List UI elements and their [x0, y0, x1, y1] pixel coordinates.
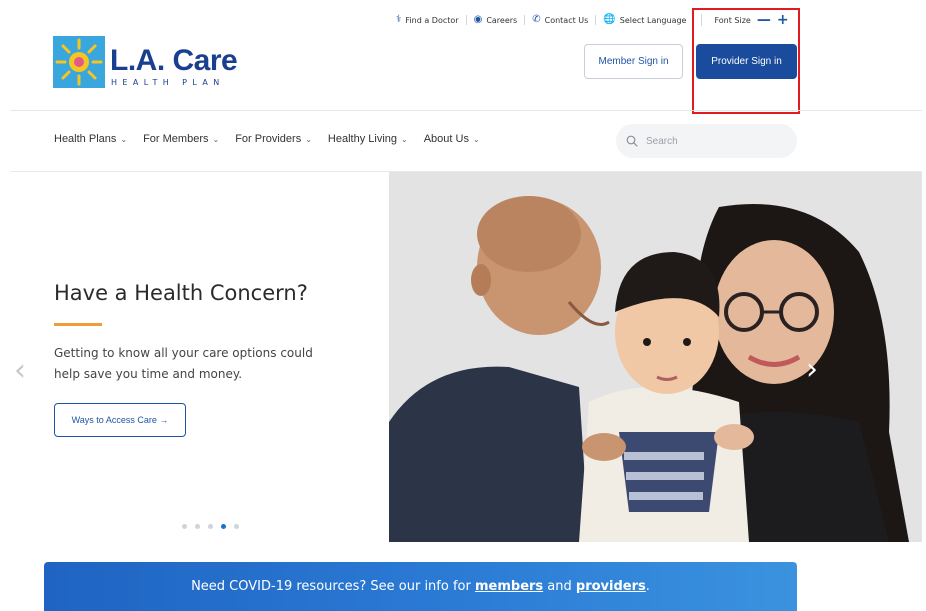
phone-icon: ✆ [532, 14, 541, 25]
covid-banner-prefix: Need COVID-19 resources? See our info fo… [191, 579, 475, 594]
nav-item-label: About Us [423, 133, 469, 145]
globe-icon: 🌐 [603, 14, 616, 25]
hero-accent-bar [54, 323, 102, 326]
chevron-down-icon: ⌄ [472, 134, 480, 144]
nav-item-healthy-living[interactable]: Healthy Living ⌄ [328, 133, 408, 145]
nav-item-health-plans[interactable]: Health Plans ⌄ [54, 133, 127, 145]
member-sign-in-button[interactable]: Member Sign in [584, 44, 683, 79]
logo-tagline: HEALTH PLAN [111, 78, 225, 87]
carousel-prev-button[interactable]: ‹ [14, 356, 26, 386]
careers-link[interactable]: ◉ Careers [465, 14, 525, 25]
la-care-logo[interactable]: L.A. Care HEALTH PLAN [53, 36, 253, 96]
provider-sign-in-button[interactable]: Provider Sign in [696, 44, 797, 79]
careers-label: Careers [486, 15, 518, 25]
nav-item-label: For Providers [235, 133, 302, 145]
members-link[interactable]: members [475, 579, 543, 594]
chevron-down-icon: ⌄ [401, 134, 408, 144]
carousel-dot[interactable] [182, 524, 187, 529]
select-language-link[interactable]: 🌐 Select Language [595, 15, 693, 25]
contact-us-link[interactable]: ✆ Contact Us [524, 15, 595, 25]
nav-item-about-us[interactable]: About Us ⌄ [424, 133, 480, 145]
hero-family-photo [389, 172, 922, 542]
header-divider [10, 110, 922, 111]
carousel-dots [182, 524, 239, 529]
find-doctor-link[interactable]: ⚕ Find a Doctor [396, 15, 466, 25]
logo-brand-text: L.A. Care [110, 44, 238, 77]
nav-item-label: For Members [143, 133, 209, 145]
search-input[interactable] [646, 135, 776, 147]
nav-item-label: Health Plans [54, 133, 117, 145]
stethoscope-icon: ⚕ [396, 14, 402, 25]
covid-banner-middle: and [543, 579, 576, 594]
utility-bar: ⚕ Find a Doctor ◉ Careers ✆ Contact Us 🌐… [396, 12, 789, 28]
font-size-control: Font Size — + [701, 13, 789, 27]
covid-banner-suffix: . [645, 579, 650, 594]
search-box[interactable] [616, 124, 797, 158]
font-increase-button[interactable]: + [777, 13, 789, 27]
hero-text: Getting to know all your care options co… [54, 346, 313, 381]
covid-banner: Need COVID-19 resources? See our info fo… [44, 562, 797, 611]
find-doctor-label: Find a Doctor [405, 15, 459, 25]
font-size-label: Font Size [714, 15, 751, 25]
nav-item-label: Healthy Living [327, 133, 398, 145]
chevron-down-icon: ⌄ [305, 134, 312, 144]
providers-link[interactable]: providers [576, 579, 646, 594]
main-nav: Health Plans ⌄ For Members ⌄ For Provide… [54, 133, 480, 145]
contact-us-label: Contact Us [544, 15, 589, 25]
carousel-next-button[interactable]: › [806, 355, 818, 385]
nav-item-for-providers[interactable]: For Providers ⌄ [235, 133, 312, 145]
nav-item-for-members[interactable]: For Members ⌄ [143, 133, 219, 145]
family-photo-illustration [389, 172, 922, 542]
font-decrease-button[interactable]: — [757, 13, 771, 27]
chevron-down-icon: ⌄ [212, 134, 220, 144]
location-pin-icon: ◉ [473, 14, 483, 25]
carousel-dot[interactable] [195, 524, 200, 529]
carousel-dot[interactable] [208, 524, 213, 529]
sun-logo-icon [53, 36, 105, 88]
chevron-down-icon: ⌄ [120, 134, 128, 144]
select-language-label: Select Language [619, 15, 687, 25]
carousel-dot-active[interactable] [221, 524, 226, 529]
carousel-dot[interactable] [234, 524, 239, 529]
search-icon [626, 135, 638, 147]
hero-title: Have a Health Concern? [54, 281, 308, 305]
ways-to-access-care-button[interactable]: Ways to Access Care → [54, 403, 186, 437]
